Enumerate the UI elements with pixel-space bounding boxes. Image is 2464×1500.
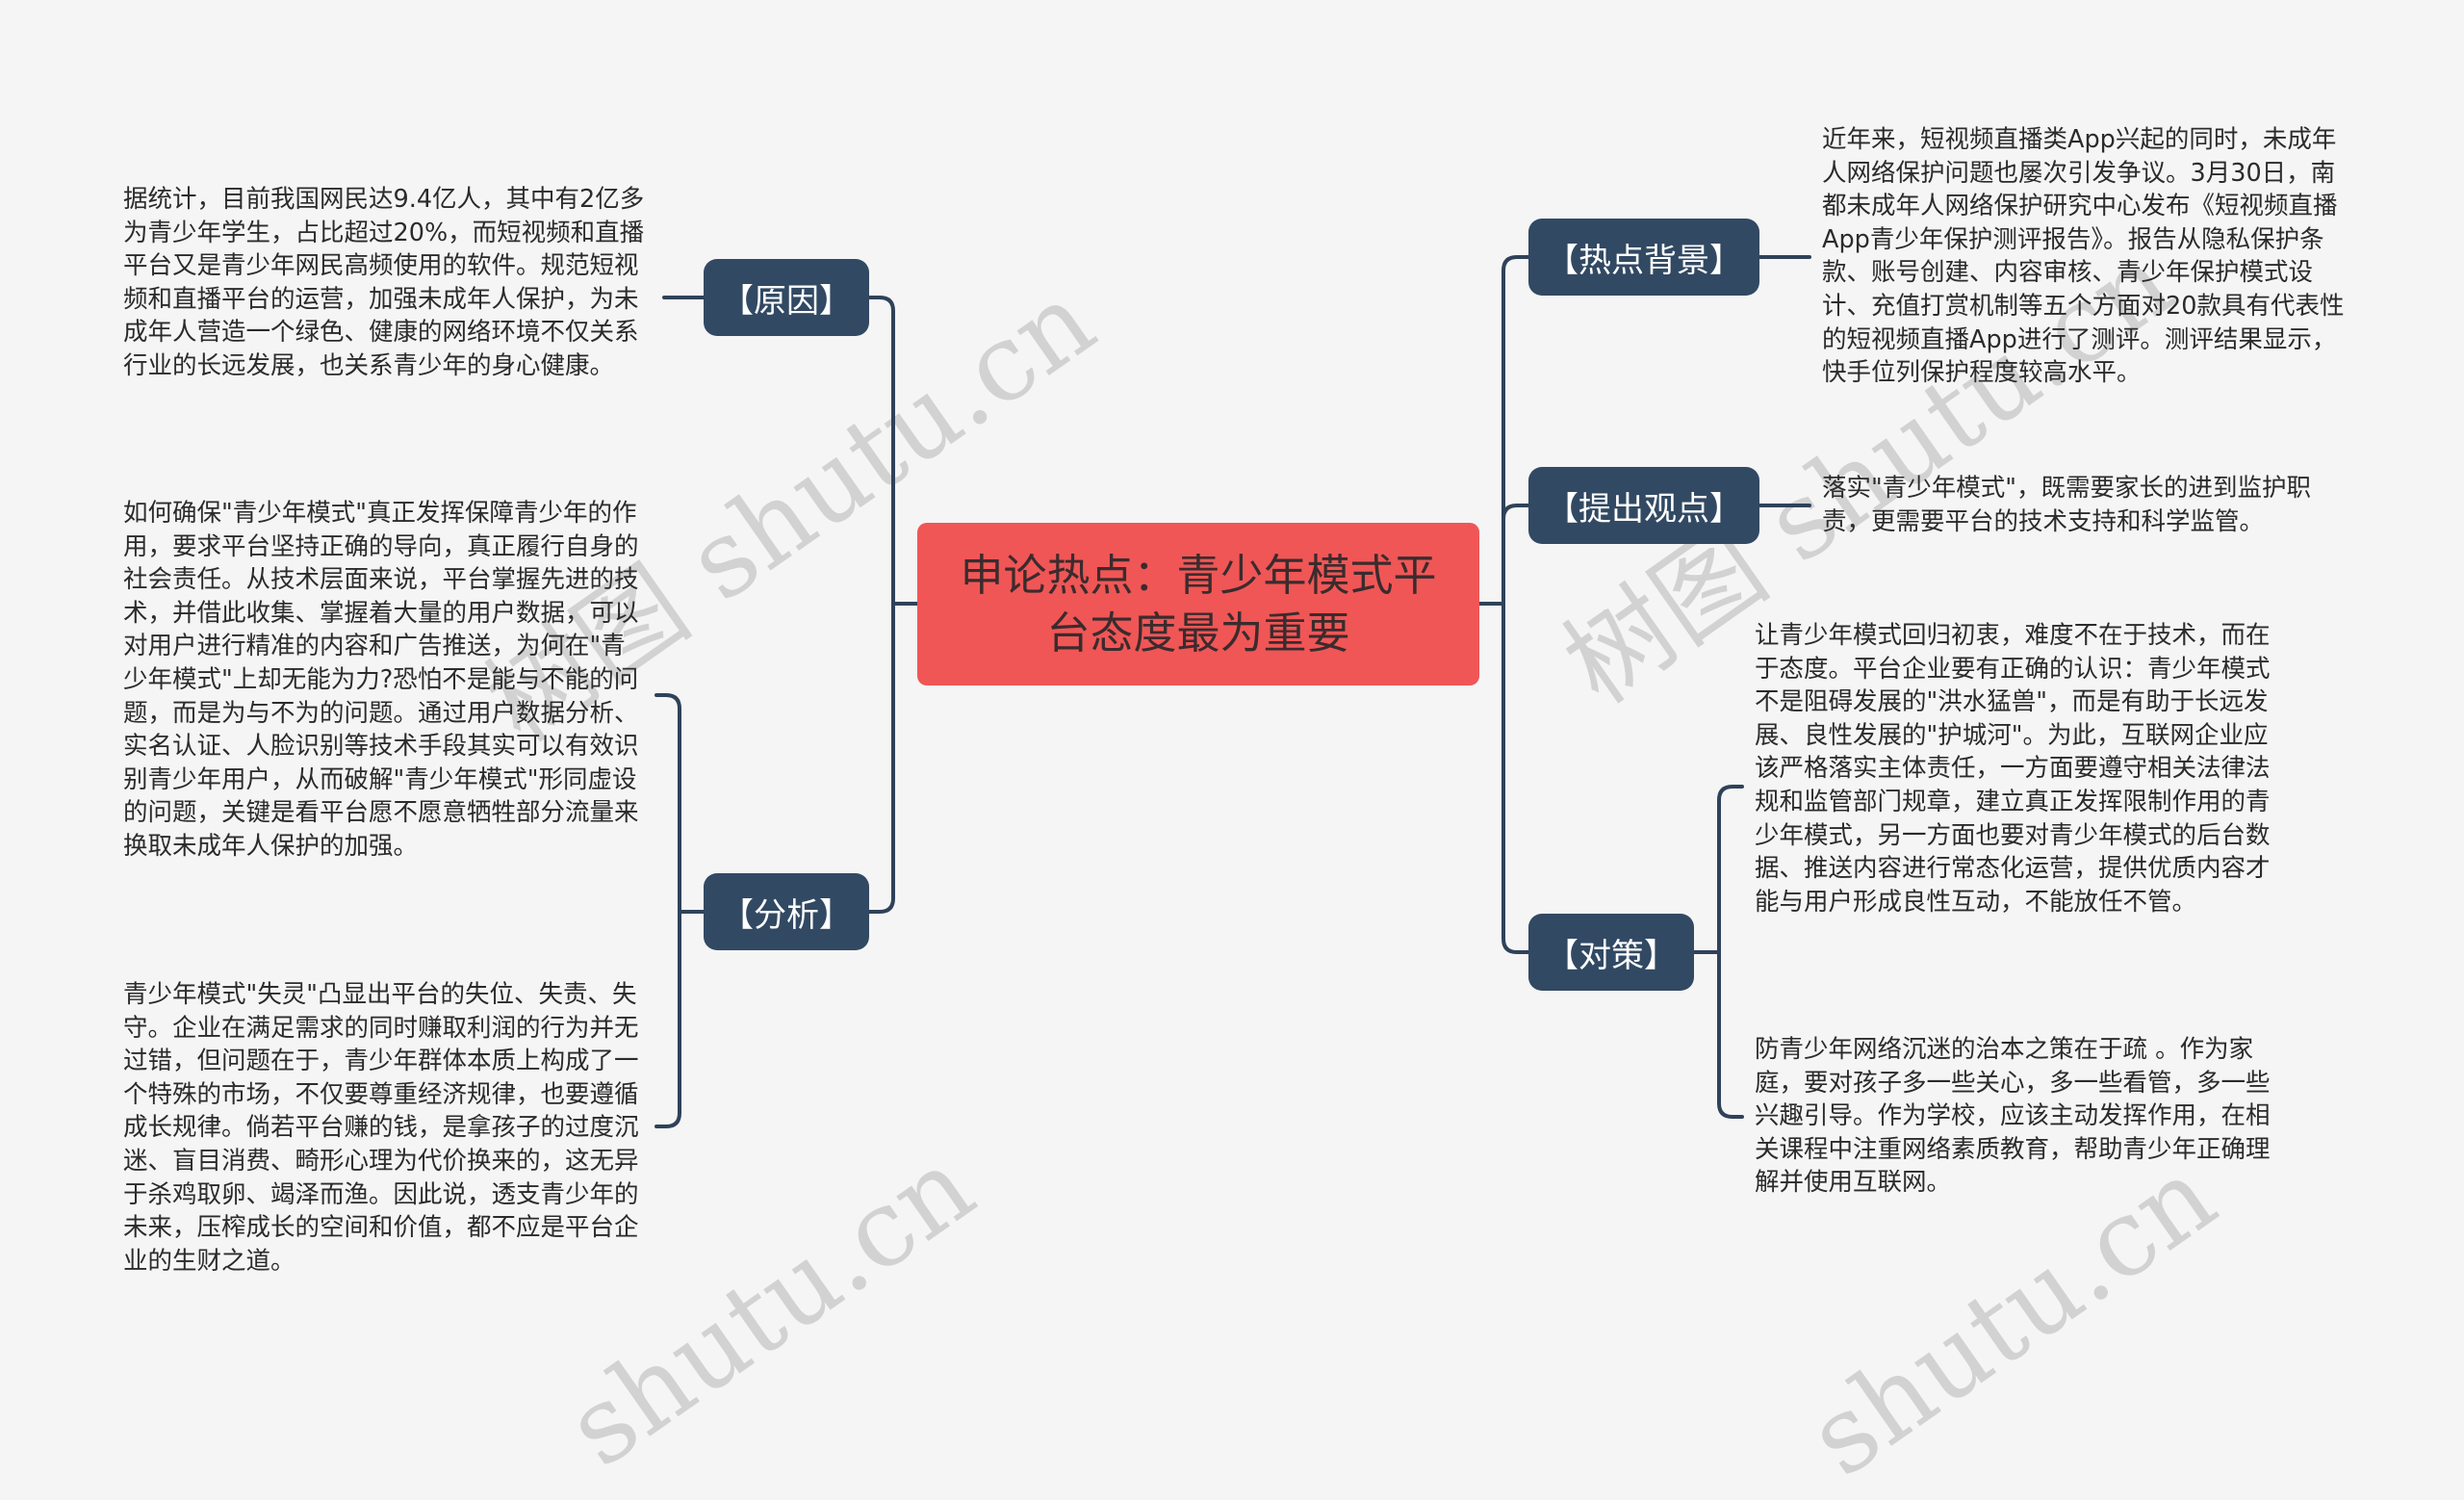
connector-analysis-bracket [654, 693, 681, 1128]
branch-node-background[interactable]: 【热点背景】 [1528, 219, 1759, 296]
connector-left-trunk [867, 296, 895, 914]
central-topic-title: 申论热点：青少年模式平台态度最为重要 [960, 549, 1437, 659]
central-topic-node[interactable]: 申论热点：青少年模式平台态度最为重要 [917, 523, 1479, 685]
leaf-analysis-text-1[interactable]: 如何确保"青少年模式"真正发挥保障青少年的作用，要求平台坚持正确的导向，真正履行… [123, 497, 648, 864]
leaf-background-text[interactable]: 近年来，短视频直播类App兴起的同时，未成年人网络保护问题也屡次引发争议。3月3… [1822, 123, 2349, 390]
leaf-viewpoint-text[interactable]: 落实"青少年模式"，既需要家长的进到监护职责，更需要平台的技术支持和科学监管。 [1822, 472, 2349, 538]
connector-right-trunk [1502, 255, 1530, 954]
connector-measures-bracket [1717, 785, 1744, 1119]
branch-node-analysis[interactable]: 【分析】 [704, 873, 869, 950]
branch-node-measures[interactable]: 【对策】 [1528, 914, 1694, 991]
leaf-measures-text-1[interactable]: 让青少年模式回归初衷，难度不在于技术，而在于态度。平台企业要有正确的认识：青少年… [1755, 619, 2282, 918]
branch-label: 【提出观点】 [1546, 489, 1742, 529]
branch-label: 【原因】 [721, 281, 852, 321]
leaf-reason-text[interactable]: 据统计，目前我国网民达9.4亿人，其中有2亿多为青少年学生，占比超过20%，而短… [123, 183, 648, 383]
branch-label: 【对策】 [1546, 936, 1677, 975]
branch-node-viewpoint[interactable]: 【提出观点】 [1528, 467, 1759, 544]
connector-viewpoint [1502, 504, 1530, 521]
branch-label: 【热点背景】 [1546, 241, 1742, 280]
mind-map-canvas: 树图 shutu.cn 树图 shutu.cn shutu.cn shutu.c… [0, 0, 2464, 1500]
leaf-measures-text-2[interactable]: 防青少年网络沉迷的治本之策在于疏 。作为家庭，要对孩子多一些关心，多一些看管，多… [1755, 1033, 2282, 1200]
branch-node-reason[interactable]: 【原因】 [704, 259, 869, 336]
branch-label: 【分析】 [721, 895, 852, 935]
leaf-analysis-text-2[interactable]: 青少年模式"失灵"凸显出平台的失位、失责、失守。企业在满足需求的同时赚取利润的行… [123, 978, 648, 1278]
